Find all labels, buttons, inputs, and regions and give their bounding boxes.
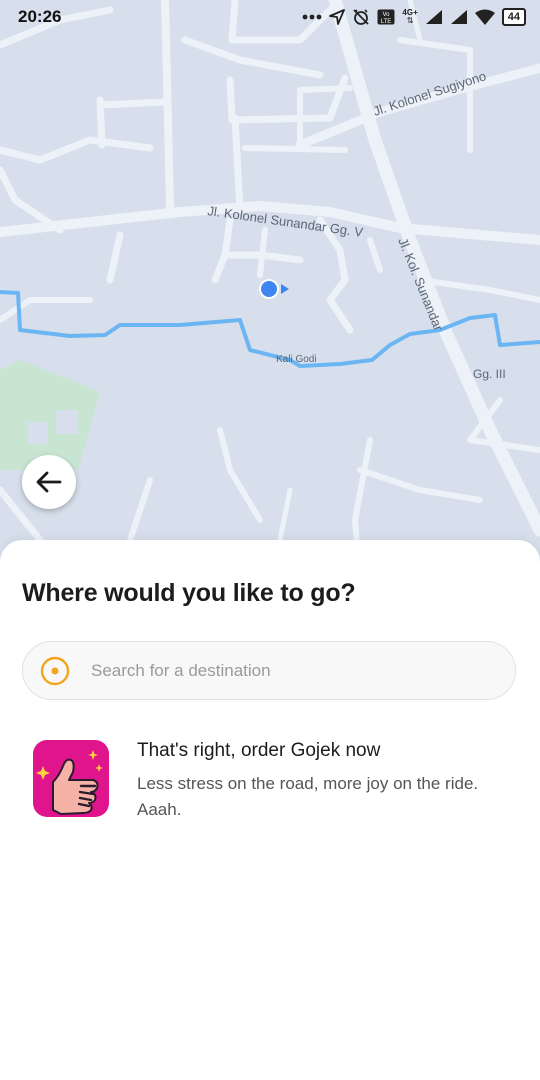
thumbs-up-icon — [33, 740, 109, 817]
signal-icon — [425, 9, 443, 25]
street-label: Gg. III — [473, 367, 506, 381]
destination-sheet: Where would you like to go? That's right… — [0, 540, 540, 1080]
arrow-left-icon — [35, 468, 63, 496]
map-view[interactable]: Jl. Kolonel Sugiyono Jl. Kolonel Sunanda… — [0, 0, 540, 580]
park-area — [0, 360, 100, 470]
status-time: 20:26 — [18, 7, 62, 26]
street-label: Kali Godi — [276, 354, 317, 365]
signal-icon-2 — [450, 9, 468, 25]
current-location-marker — [259, 279, 289, 299]
park-building — [56, 410, 78, 434]
battery-indicator: 44 — [501, 8, 526, 26]
promo-title: That's right, order Gojek now — [137, 740, 381, 761]
park-building — [28, 422, 48, 444]
wifi-icon — [474, 9, 495, 25]
map-canvas: Jl. Kolonel Sugiyono Jl. Kolonel Sunanda… — [0, 0, 540, 580]
status-bar: 20:26 Vo LTE 4G+ ⇅ 44 — [0, 0, 540, 34]
destination-search-input[interactable] — [89, 659, 473, 682]
svg-text:LTE: LTE — [381, 19, 392, 25]
network-4g-icon: 4G+ ⇅ — [402, 8, 418, 25]
alarm-off-icon — [352, 8, 370, 26]
status-icons: Vo LTE 4G+ ⇅ 44 — [302, 6, 526, 28]
svg-text:Vo: Vo — [383, 12, 391, 18]
destination-pin-icon — [40, 656, 70, 686]
promo-description: Less stress on the road, more joy on the… — [137, 774, 479, 819]
volte-icon: Vo LTE — [377, 9, 395, 25]
destination-search-bar[interactable] — [22, 641, 516, 700]
sheet-title: Where would you like to go? — [22, 579, 356, 607]
back-button[interactable] — [22, 455, 76, 509]
location-arrow-icon — [329, 9, 346, 25]
more-dots-icon — [302, 14, 322, 20]
